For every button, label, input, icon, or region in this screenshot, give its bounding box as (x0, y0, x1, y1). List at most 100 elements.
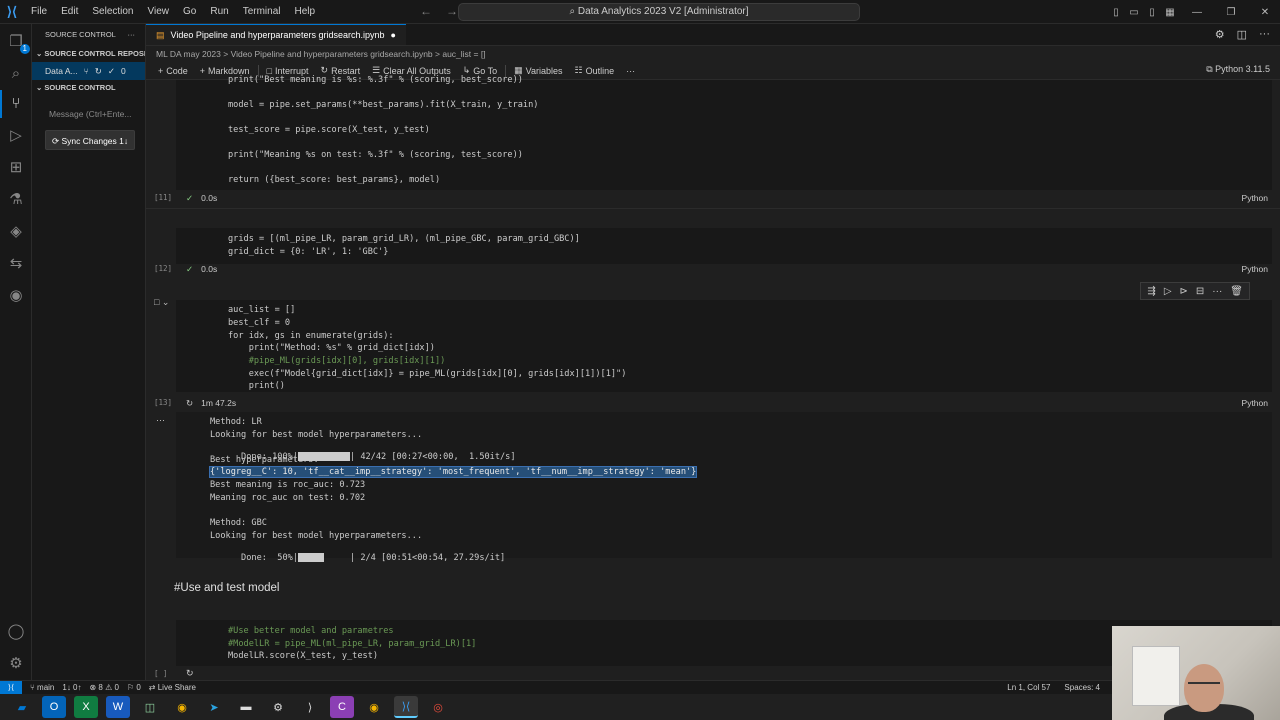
customize-layout-icon[interactable]: ▦ (1162, 7, 1178, 18)
more-actions-icon[interactable]: ··· (1259, 28, 1270, 41)
cell-language[interactable]: Python (1242, 193, 1268, 203)
cursor-position[interactable]: Ln 1, Col 57 (1007, 683, 1050, 692)
add-code-button[interactable]: + Code (152, 66, 194, 76)
word-icon[interactable]: W (106, 696, 130, 718)
sync-changes-label: Sync Changes 1↓ (61, 136, 129, 146)
toggle-sidebar-icon[interactable]: ▯ (1108, 7, 1124, 18)
toggle-panel-icon[interactable]: ▭ (1126, 7, 1142, 18)
vscode-taskbar-icon[interactable]: ⟩⟨ (394, 696, 418, 718)
cell-collapse-icon[interactable]: □ ⌄ (154, 297, 169, 308)
section-source-control[interactable]: ⌄ SOURCE CONTROL (32, 80, 145, 96)
ports-status[interactable]: ⚐ 0 (127, 683, 141, 692)
sync-icon[interactable]: ↻ (95, 62, 102, 80)
add-markdown-button[interactable]: + Markdown (194, 66, 256, 76)
delete-icon[interactable]: 🗑 (1230, 286, 1243, 297)
app-icon[interactable]: C (330, 696, 354, 718)
cell-language[interactable]: Python (1242, 264, 1268, 274)
app-icon[interactable]: ◫ (138, 696, 162, 718)
chrome-icon[interactable]: ◉ (170, 696, 194, 718)
breadcrumb[interactable]: ML DA may 2023 > Video Pipeline and hype… (146, 46, 1280, 62)
running-spinner-icon: ↻ (186, 398, 194, 408)
settings-icon[interactable]: ⚙ (1215, 28, 1225, 41)
account-icon[interactable]: ◯ (6, 622, 26, 642)
status-bar: ⟩⟨ ⑂ main 1↓ 0↑ ⊗ 8 ⚠ 0 ⚐ 0 ⇄ Live Share… (0, 680, 1280, 695)
close-icon[interactable]: ✕ (1250, 7, 1280, 18)
code-cell-12[interactable]: grids = [(ml_pipe_LR, param_grid_LR), (m… (176, 228, 1272, 264)
menu-view[interactable]: View (141, 6, 177, 17)
more-icon[interactable]: ··· (1212, 286, 1222, 297)
command-center-label: Data Analytics 2023 V2 [Administrator] (577, 6, 749, 17)
problems-status[interactable]: ⊗ 8 ⚠ 0 (90, 683, 119, 692)
toggle-secondary-sidebar-icon[interactable]: ▯ (1144, 7, 1160, 18)
code-cell-14[interactable]: #Use better model and parametres #ModelL… (176, 620, 1272, 666)
recorder-icon[interactable]: ◎ (426, 696, 450, 718)
excel-icon[interactable]: X (74, 696, 98, 718)
remote-explorer-icon[interactable]: ⇆ (6, 254, 26, 274)
repo-item[interactable]: Data A... ⑂ ↻ ✓ 0 (32, 62, 145, 80)
more-toolbar-button[interactable]: ··· (620, 66, 641, 76)
minimize-icon[interactable]: — (1182, 7, 1212, 18)
menu-edit[interactable]: Edit (54, 6, 85, 17)
source-control-icon[interactable]: ⑂ (0, 90, 26, 118)
outlook-icon[interactable]: O (42, 696, 66, 718)
kernel-picker[interactable]: ⧉ Python 3.11.5 (1206, 64, 1270, 75)
extensions-icon[interactable]: ⊞ (6, 158, 26, 178)
webcam-overlay (1112, 626, 1280, 720)
run-debug-icon[interactable]: ▷ (6, 126, 26, 146)
split-cell-icon[interactable]: ⊟ (1196, 286, 1204, 297)
output-more-icon[interactable]: ··· (156, 415, 165, 425)
back-arrow-icon[interactable]: ← (420, 4, 432, 18)
code-cell-13[interactable]: auc_list = [] best_clf = 0 for idx, gs i… (176, 300, 1272, 392)
outline-button[interactable]: ☷ Outline (568, 65, 620, 76)
search-icon[interactable]: ⌕ (6, 64, 26, 84)
run-by-line-icon[interactable]: ⇶ (1147, 286, 1155, 297)
progress-line-gbc: Done: 50%| | 2/4 [00:51<00:54, 27.29s/it] (210, 543, 505, 573)
commit-check-icon[interactable]: ✓ (108, 62, 115, 80)
app-icon[interactable]: ⚙ (266, 696, 290, 718)
code-line: print("Meaning %s on test: %.3f" % (scor… (228, 150, 523, 160)
explorer-icon[interactable]: ❐ 1 (6, 32, 30, 54)
split-editor-icon[interactable]: ◫ (1237, 28, 1247, 41)
chrome-icon[interactable]: ◉ (362, 696, 386, 718)
code-cell-11[interactable]: print("Best meaning is %s: %.3f" % (scor… (176, 75, 1272, 190)
forward-arrow-icon[interactable]: → (446, 4, 458, 18)
cell-output: Method: LR Looking for best model hyperp… (176, 412, 1272, 563)
sync-status[interactable]: 1↓ 0↑ (62, 683, 81, 692)
output-line: Best meaning is roc_auc: 0.723 (210, 480, 366, 490)
interrupt-button[interactable]: □ Interrupt (261, 66, 315, 76)
run-cell-icon[interactable]: ▷ (1164, 286, 1172, 297)
command-center[interactable]: ⌕ Data Analytics 2023 V2 [Administrator] (458, 3, 860, 21)
testing-icon[interactable]: ⚗ (6, 190, 26, 210)
telegram-icon[interactable]: ➤ (202, 696, 226, 718)
maximize-icon[interactable]: ❐ (1216, 7, 1246, 18)
menu-go[interactable]: Go (176, 6, 203, 17)
terminal-icon[interactable]: ▬ (234, 696, 258, 718)
cell-language[interactable]: Python (1242, 398, 1268, 408)
menu-file[interactable]: File (24, 6, 54, 17)
indentation[interactable]: Spaces: 4 (1064, 683, 1100, 692)
file-explorer-icon[interactable]: ▰ (10, 696, 34, 718)
remote-icon[interactable]: ⟩⟨ (0, 680, 22, 695)
menu-run[interactable]: Run (203, 6, 235, 17)
powershell-icon[interactable]: ⟩ (298, 696, 322, 718)
menu-help[interactable]: Help (288, 6, 323, 17)
tab-notebook[interactable]: ▤ Video Pipeline and hyperparameters gri… (146, 24, 406, 45)
sync-changes-button[interactable]: ⟳ Sync Changes 1↓ (45, 130, 135, 150)
output-line-selected[interactable]: {'logreg__C': 10, 'tf__cat__imp__strateg… (208, 466, 698, 478)
branch-status[interactable]: ⑂ main (30, 683, 54, 692)
menu-selection[interactable]: Selection (85, 6, 140, 17)
run-cell-icon[interactable]: ↻ (186, 668, 194, 679)
live-share-status[interactable]: ⇄ Live Share (149, 683, 196, 692)
outline-icon: ☷ (574, 65, 583, 75)
markdown-cell-heading[interactable]: #Use and test model (174, 582, 279, 594)
settings-gear-icon[interactable]: ⚙ (6, 654, 26, 674)
more-actions-icon[interactable]: ··· (128, 24, 136, 46)
run-above-icon[interactable]: ⊳ (1180, 286, 1188, 297)
commit-message-input[interactable]: Message (Ctrl+Ente... (45, 104, 135, 124)
menu-terminal[interactable]: Terminal (236, 6, 288, 17)
dirty-indicator[interactable]: ● (390, 25, 395, 46)
github-icon[interactable]: ◉ (6, 286, 26, 306)
branch-icon[interactable]: ⑂ (84, 62, 89, 80)
python-icon[interactable]: ◈ (6, 222, 26, 242)
section-repositories[interactable]: ⌄ SOURCE CONTROL REPOSI... (32, 46, 145, 62)
